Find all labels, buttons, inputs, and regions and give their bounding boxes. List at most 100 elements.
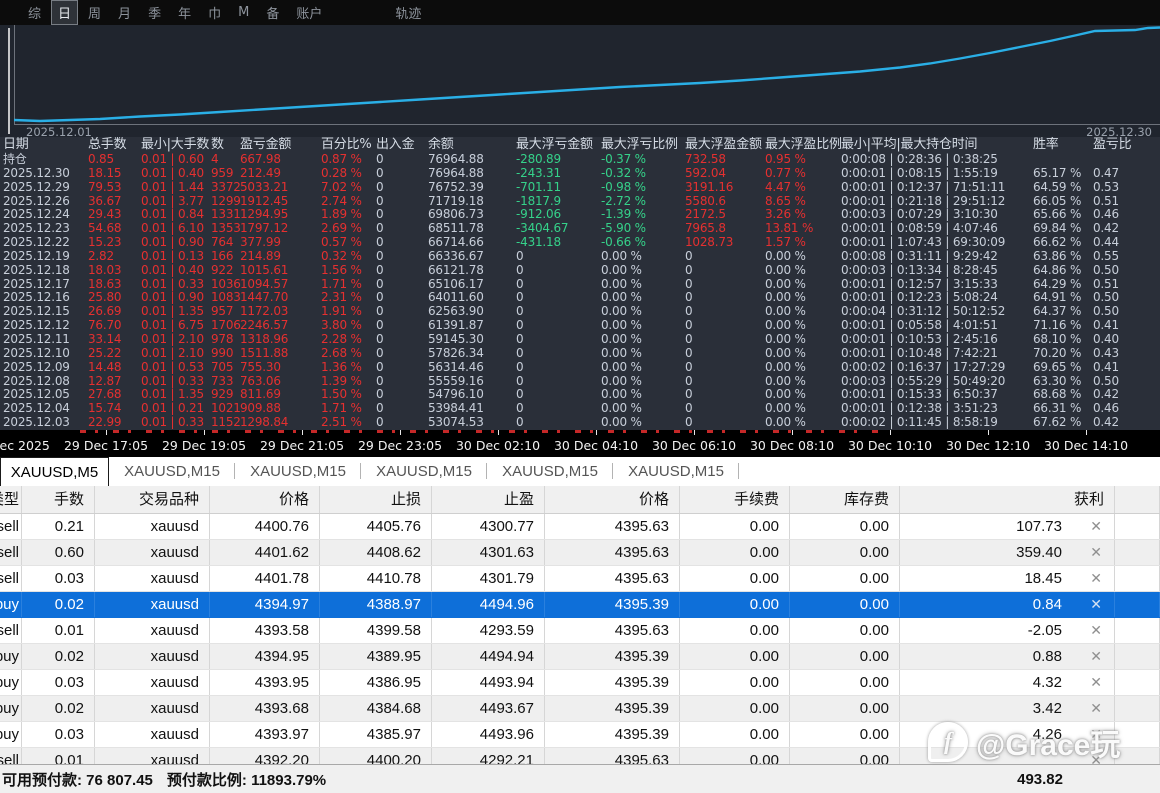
stats-cell: 66714.66 (425, 236, 513, 250)
position-row[interactable]: buy0.02xauusd4394.954389.954494.944395.3… (0, 644, 1160, 670)
position-row[interactable]: buy0.02xauusd4394.974388.974494.964395.3… (0, 592, 1160, 618)
stats-cell: 76752.39 (425, 181, 513, 195)
stats-row[interactable]: 2025.12.0812.870.01 | 0.33733763.061.39 … (0, 375, 1160, 389)
stats-row[interactable]: 2025.12.0527.680.01 | 1.35929811.691.50 … (0, 388, 1160, 402)
stats-cell: 4 (208, 153, 237, 167)
stats-row[interactable]: 2025.12.0322.990.01 | 0.3311521298.842.5… (0, 416, 1160, 430)
stats-cell: 1021 (208, 402, 237, 416)
stats-row[interactable]: 2025.12.3018.150.01 | 0.40959212.490.28 … (0, 167, 1160, 181)
menu-item-年[interactable]: 年 (172, 1, 197, 24)
stats-row[interactable]: 2025.12.1025.220.01 | 2.109901511.882.68… (0, 347, 1160, 361)
position-cell-tp: 4493.96 (432, 722, 545, 747)
stats-cell: 0.00 % (762, 291, 838, 305)
menu-item-周[interactable]: 周 (82, 1, 107, 24)
time-axis-label: 30 Dec 10:10 (848, 438, 932, 453)
position-cell-spacer (1115, 722, 1160, 747)
position-row[interactable]: sell0.03xauusd4401.784410.784301.794395.… (0, 566, 1160, 592)
menu-item-trail[interactable]: 轨迹 (389, 1, 427, 24)
tab-xauusd-m15-4[interactable]: XAUUSD,M15 (613, 457, 739, 486)
stats-cell: 70.20 % (1030, 347, 1090, 361)
position-cell-price2: 4395.39 (545, 696, 680, 721)
stats-row[interactable]: 2025.12.2979.530.01 | 1.4433725033.217.0… (0, 181, 1160, 195)
stats-cell: 0.01 | 0.33 (138, 278, 208, 292)
stats-cell: 763.06 (237, 375, 318, 389)
menu-item-季[interactable]: 季 (142, 1, 167, 24)
time-axis-tick (890, 430, 891, 435)
tab-xauusd-m15-1[interactable]: XAUUSD,M15 (235, 457, 361, 486)
position-cell-symbol: xauusd (95, 514, 210, 539)
stats-row[interactable]: 2025.12.1625.800.01 | 0.9010831447.702.3… (0, 291, 1160, 305)
position-cell-spacer (1115, 514, 1160, 539)
stats-cell: 0.85 (85, 153, 138, 167)
stats-cell: 0:00:02 | 0:16:37 | 17:27:29 (838, 361, 1030, 375)
stats-row[interactable]: 2025.12.1818.030.01 | 0.409221015.611.56… (0, 264, 1160, 278)
stats-cell: 2025.12.29 (0, 181, 85, 195)
stats-row[interactable]: 2025.12.1133.140.01 | 2.109781318.962.28… (0, 333, 1160, 347)
position-cell-profit: 4.32✕ (900, 670, 1115, 695)
stats-row[interactable]: 2025.12.192.820.01 | 0.13166214.890.32 %… (0, 250, 1160, 264)
position-row[interactable]: sell0.21xauusd4400.764405.764300.774395.… (0, 514, 1160, 540)
close-position-icon[interactable]: ✕ (1090, 722, 1102, 747)
stats-cell: 0 (373, 402, 425, 416)
position-cell-type: sell (0, 540, 22, 565)
position-cell-profit: 4.26✕ (900, 722, 1115, 747)
stats-cell: 0.00 % (762, 305, 838, 319)
close-position-icon[interactable]: ✕ (1090, 696, 1102, 721)
stats-row[interactable]: 2025.12.0914.480.01 | 0.53705755.301.36 … (0, 361, 1160, 375)
position-row[interactable]: sell0.01xauusd4393.584399.584293.594395.… (0, 618, 1160, 644)
stats-row[interactable]: 2025.12.2215.230.01 | 0.90764377.990.57 … (0, 236, 1160, 250)
stats-cell: 957 (208, 305, 237, 319)
close-position-icon[interactable]: ✕ (1090, 618, 1102, 643)
stats-cell: 0 (682, 305, 762, 319)
tab-xauusd-m5-active[interactable]: XAUUSD,M5 (0, 457, 109, 486)
stats-cell: 0:00:01 | 0:12:23 | 5:08:24 (838, 291, 1030, 305)
menu-item-巾[interactable]: 巾 (202, 1, 227, 24)
close-position-icon[interactable]: ✕ (1090, 540, 1102, 565)
close-position-icon[interactable]: ✕ (1090, 670, 1102, 695)
stats-row[interactable]: 2025.12.1526.690.01 | 1.359571172.031.91… (0, 305, 1160, 319)
menu-item-账户[interactable]: 账户 (290, 1, 328, 24)
stats-row[interactable]: 持仓0.850.01 | 0.604667.980.87 %076964.88-… (0, 153, 1160, 167)
menu-item-备[interactable]: 备 (260, 1, 285, 24)
menu-item-日[interactable]: 日 (52, 1, 77, 24)
close-position-icon[interactable]: ✕ (1090, 514, 1102, 539)
stats-cell: 959 (208, 167, 237, 181)
stats-row[interactable]: 2025.12.1276.700.01 | 6.7517062246.573.8… (0, 319, 1160, 333)
stats-cell: 1.36 % (318, 361, 373, 375)
time-axis-tick (792, 430, 793, 435)
stats-cell: 0.00 % (762, 388, 838, 402)
tab-xauusd-m15-3[interactable]: XAUUSD,M15 (487, 457, 613, 486)
position-row[interactable]: sell0.60xauusd4401.624408.624301.634395.… (0, 540, 1160, 566)
stats-cell: 0.01 | 0.84 (138, 208, 208, 222)
tab-xauusd-m15-2[interactable]: XAUUSD,M15 (361, 457, 487, 486)
stats-cell: 0.41 (1090, 361, 1160, 375)
stats-row[interactable]: 2025.12.2636.670.01 | 3.7712991912.452.7… (0, 195, 1160, 209)
stats-cell: 0 (682, 361, 762, 375)
positions-col-header-6: 价格 (545, 486, 680, 513)
position-row[interactable]: buy0.03xauusd4393.954386.954493.944395.3… (0, 670, 1160, 696)
stats-cell: 8.65 % (762, 195, 838, 209)
stats-row[interactable]: 2025.12.1718.630.01 | 0.3310361094.571.7… (0, 278, 1160, 292)
stats-row[interactable]: 2025.12.2429.430.01 | 0.8413311294.951.8… (0, 208, 1160, 222)
position-row[interactable]: buy0.02xauusd4393.684384.684493.674395.3… (0, 696, 1160, 722)
stats-cell: 0.00 % (762, 264, 838, 278)
stats-cell: 0.00 % (762, 416, 838, 430)
stats-cell: -1.39 % (598, 208, 682, 222)
close-position-icon[interactable]: ✕ (1090, 592, 1102, 617)
menu-item-月[interactable]: 月 (112, 1, 137, 24)
stats-cell: 764 (208, 236, 237, 250)
stats-cell: 0 (373, 375, 425, 389)
menu-item-综[interactable]: 综 (22, 1, 47, 24)
stats-cell: 22.99 (85, 416, 138, 430)
close-position-icon[interactable]: ✕ (1090, 644, 1102, 669)
stats-cell: 0.00 % (598, 264, 682, 278)
menu-item-M[interactable]: M (232, 3, 255, 22)
stats-row[interactable]: 2025.12.0415.740.01 | 0.211021909.881.71… (0, 402, 1160, 416)
stats-row[interactable]: 2025.12.2354.680.01 | 6.1013531797.122.6… (0, 222, 1160, 236)
stats-cell: 1706 (208, 319, 237, 333)
tab-xauusd-m15-0[interactable]: XAUUSD,M15 (109, 457, 235, 486)
equity-chart[interactable]: 2025.12.01 2025.12.30 (0, 25, 1160, 137)
position-row[interactable]: buy0.03xauusd4393.974385.974493.964395.3… (0, 722, 1160, 748)
stats-cell: 0 (513, 361, 598, 375)
close-position-icon[interactable]: ✕ (1090, 566, 1102, 591)
